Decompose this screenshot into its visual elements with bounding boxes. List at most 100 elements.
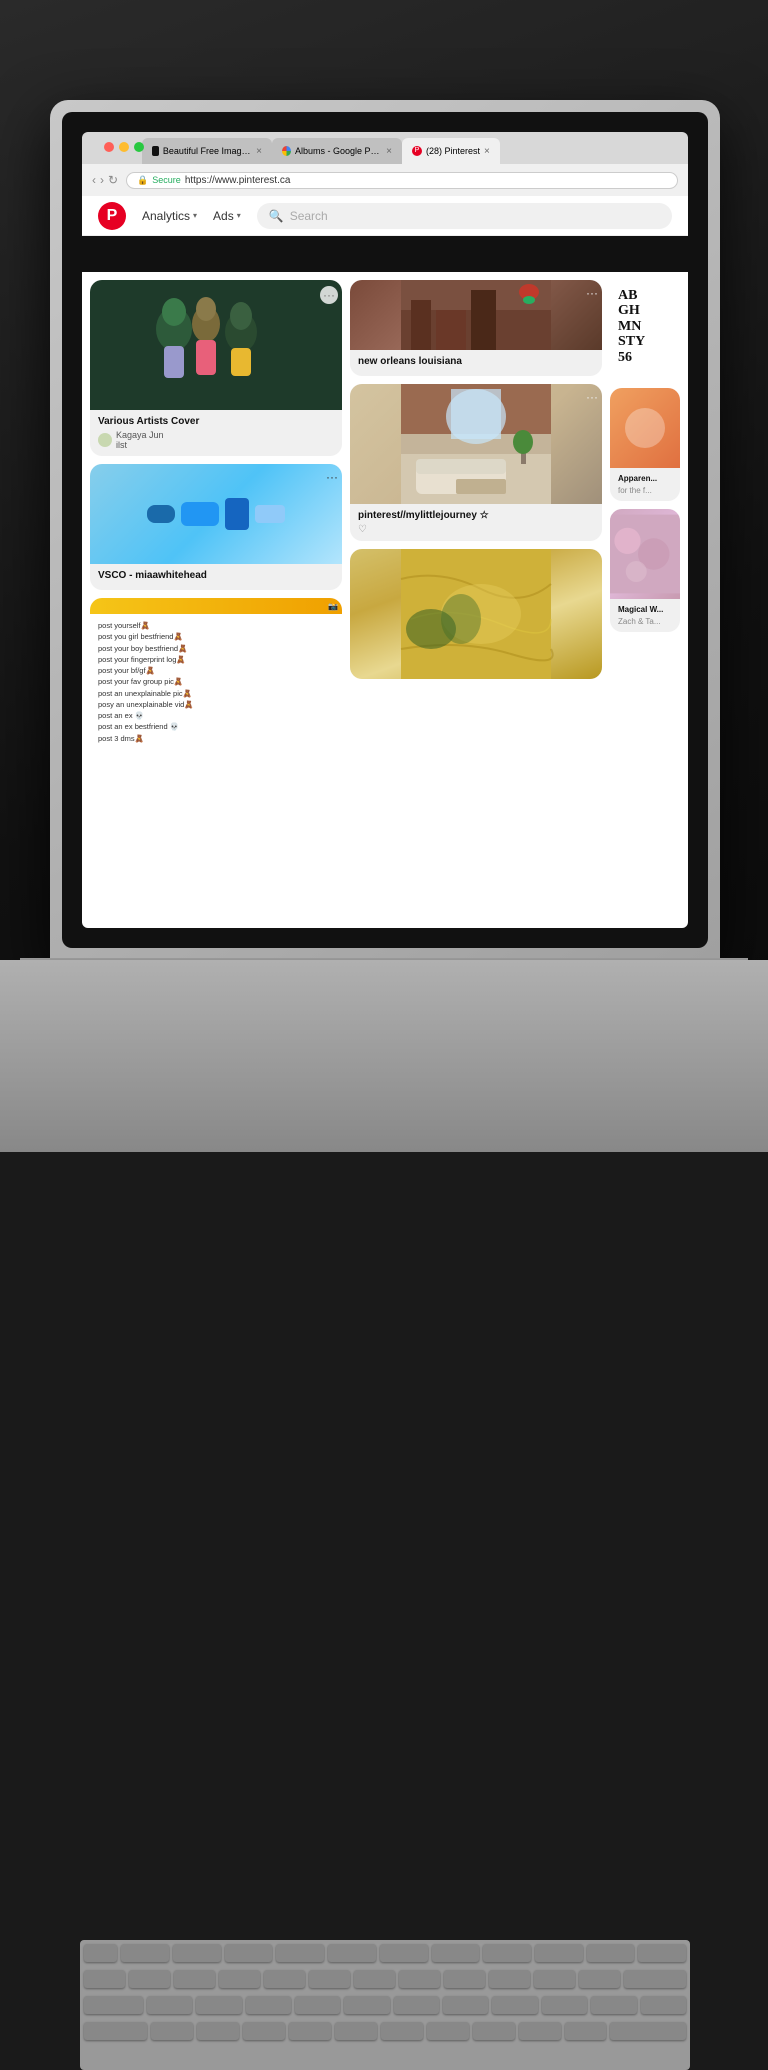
key-6[interactable]	[354, 1970, 395, 1988]
key-f2[interactable]	[173, 1944, 221, 1962]
pin-subtitle-apparently: for the f...	[618, 486, 672, 495]
pin-card-new-orleans[interactable]: new orleans louisiana ···	[350, 280, 602, 376]
tab-unsplash[interactable]: Beautiful Free Images & Pictur... ×	[142, 138, 272, 164]
ads-label: Ads	[213, 209, 234, 223]
analytics-caret-icon: ▾	[193, 211, 197, 220]
key-minus[interactable]	[579, 1970, 620, 1988]
pin-card-text-post[interactable]: 📸 post yourself🧸 post you girl bestfrien…	[90, 598, 342, 750]
ads-nav-item[interactable]: Ads ▾	[213, 209, 241, 223]
key-1[interactable]	[129, 1970, 170, 1988]
pin-more-button[interactable]: ···	[320, 286, 338, 304]
traffic-lights	[98, 142, 150, 152]
key-a[interactable]	[151, 2022, 193, 2040]
key-q[interactable]	[147, 1996, 192, 2014]
key-f7[interactable]	[432, 1944, 480, 1962]
key-9[interactable]	[489, 1970, 530, 1988]
pinterest-logo[interactable]: P	[98, 202, 126, 230]
pin-info-magical: Magical W... Zach & Ta...	[610, 599, 680, 632]
key-d[interactable]	[243, 2022, 285, 2040]
pin-column-2: new orleans louisiana ···	[350, 280, 602, 750]
key-u[interactable]	[443, 1996, 488, 2014]
maximize-button-dot[interactable]	[134, 142, 144, 152]
close-button-dot[interactable]	[104, 142, 114, 152]
key-5[interactable]	[309, 1970, 350, 1988]
key-0[interactable]	[534, 1970, 575, 1988]
key-caps[interactable]	[84, 2022, 147, 2040]
tab-google-photos[interactable]: Albums - Google Photos ×	[272, 138, 402, 164]
reload-button[interactable]: ↻	[108, 173, 118, 187]
key-p[interactable]	[591, 1996, 636, 2014]
pin-card-vsco[interactable]: VSCO - miaawhitehead ···	[90, 464, 342, 590]
tab-close-icon[interactable]: ×	[484, 146, 490, 157]
key-f6[interactable]	[380, 1944, 428, 1962]
key-f10[interactable]	[587, 1944, 635, 1962]
key-f5[interactable]	[328, 1944, 376, 1962]
key-3[interactable]	[219, 1970, 260, 1988]
key-f[interactable]	[289, 2022, 331, 2040]
magical-image	[610, 509, 680, 599]
key-f11[interactable]	[638, 1944, 686, 1962]
key-t[interactable]	[344, 1996, 389, 2014]
key-s[interactable]	[197, 2022, 239, 2040]
key-f3[interactable]	[225, 1944, 273, 1962]
key-enter[interactable]	[610, 2022, 686, 2040]
key-h[interactable]	[381, 2022, 423, 2040]
key-f4[interactable]	[276, 1944, 324, 1962]
pinterest-favicon-icon: P	[412, 146, 422, 156]
key-tilde[interactable]	[84, 1970, 125, 1988]
pin-card-typography[interactable]: AB GH MN STY 56	[610, 280, 680, 380]
key-r[interactable]	[295, 1996, 340, 2014]
pin-card-vases[interactable]: Various Artists Cover Kagaya Jun ilst	[90, 280, 342, 456]
vsco-item-shoe	[255, 505, 285, 523]
key-tab[interactable]	[84, 1996, 143, 2014]
key-backspace[interactable]	[624, 1970, 686, 1988]
key-f9[interactable]	[535, 1944, 583, 1962]
vsco-item-hat	[147, 505, 175, 523]
text-post-content: post yourself🧸 post you girl bestfriend🧸…	[90, 614, 342, 750]
yellow-marble-svg	[350, 549, 602, 679]
pin-card-magical[interactable]: Magical W... Zach & Ta...	[610, 509, 680, 632]
tab-pinterest[interactable]: P (28) Pinterest ×	[402, 138, 500, 164]
back-button[interactable]: ‹	[92, 173, 96, 187]
forward-button[interactable]: ›	[100, 173, 104, 187]
pin-card-apparently[interactable]: Apparen... for the f...	[610, 388, 680, 501]
key-w[interactable]	[196, 1996, 241, 2014]
vsco-more-button[interactable]: ···	[326, 470, 338, 484]
key-f1[interactable]	[121, 1944, 169, 1962]
typo-line-4: STY	[618, 334, 672, 349]
analytics-nav-item[interactable]: Analytics ▾	[142, 209, 197, 223]
key-k[interactable]	[473, 2022, 515, 2040]
pin-card-yellow-marble[interactable]	[350, 549, 602, 679]
minimize-button-dot[interactable]	[119, 142, 129, 152]
key-e[interactable]	[246, 1996, 291, 2014]
url-bar[interactable]: 🔒 Secure https://www.pinterest.ca	[126, 172, 678, 189]
key-2[interactable]	[174, 1970, 215, 1988]
living-room-more-button[interactable]: ···	[586, 390, 598, 404]
tab-close-icon[interactable]: ×	[256, 146, 262, 157]
key-j[interactable]	[427, 2022, 469, 2040]
analytics-label: Analytics	[142, 209, 190, 223]
key-l[interactable]	[519, 2022, 561, 2040]
key-o[interactable]	[542, 1996, 587, 2014]
key-i[interactable]	[492, 1996, 537, 2014]
key-y[interactable]	[394, 1996, 439, 2014]
pin-card-living-room[interactable]: pinterest//mylittlejourney ☆ ♡ ···	[350, 384, 602, 541]
content-area: Various Artists Cover Kagaya Jun ilst	[82, 272, 688, 928]
key-semi[interactable]	[565, 2022, 607, 2040]
key-bracket[interactable]	[641, 1996, 686, 2014]
key-f8[interactable]	[483, 1944, 531, 1962]
key-7[interactable]	[399, 1970, 440, 1988]
pin-title-magical: Magical W...	[618, 605, 672, 614]
key-8[interactable]	[444, 1970, 485, 1988]
search-bar[interactable]: 🔍 Search	[257, 203, 672, 229]
yellow-marble-image	[350, 549, 602, 679]
text-post-line-7: post an unexplainable pic🧸	[98, 688, 334, 699]
heart-icon[interactable]: ♡	[358, 524, 367, 535]
new-orleans-more-button[interactable]: ···	[586, 286, 598, 300]
secure-label: Secure	[152, 175, 181, 185]
pin-title-vsco: VSCO - miaawhitehead	[98, 570, 334, 581]
tab-close-icon[interactable]: ×	[386, 146, 392, 157]
key-esc[interactable]	[84, 1944, 117, 1962]
key-g[interactable]	[335, 2022, 377, 2040]
key-4[interactable]	[264, 1970, 305, 1988]
